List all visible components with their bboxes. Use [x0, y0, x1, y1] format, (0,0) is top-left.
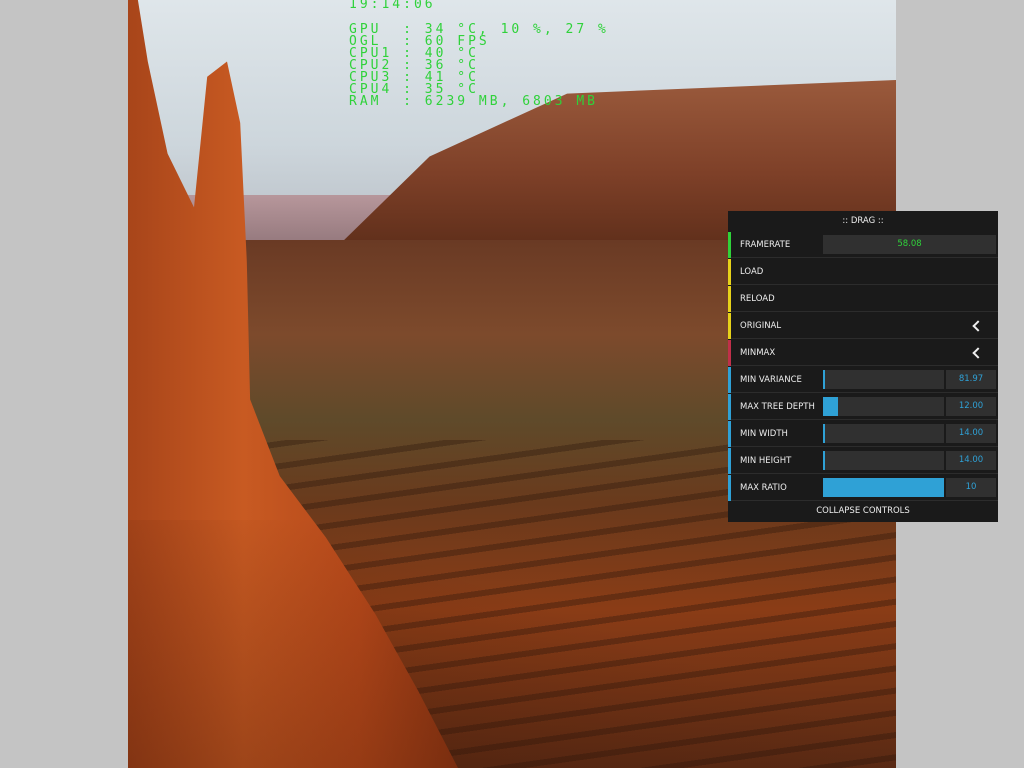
- load-accent: [728, 259, 731, 285]
- original-folder[interactable]: ORIGINAL: [728, 313, 998, 339]
- min-width-row: MIN WIDTH 14.00: [728, 421, 998, 447]
- min-width-input[interactable]: 14.00: [946, 424, 996, 443]
- max-tree-depth-row: MAX TREE DEPTH 12.00: [728, 394, 998, 420]
- max-tree-depth-label: MAX TREE DEPTH: [740, 402, 815, 412]
- max-tree-depth-slider[interactable]: [823, 397, 944, 416]
- minmax-folder[interactable]: MINMAX: [728, 340, 998, 366]
- framerate-label: FRAMERATE: [740, 240, 791, 250]
- load-button[interactable]: LOAD: [728, 259, 998, 285]
- min-variance-label: MIN VARIANCE: [740, 375, 802, 385]
- slider-accent: [728, 421, 731, 447]
- min-height-input[interactable]: 14.00: [946, 451, 996, 470]
- original-accent: [728, 313, 731, 339]
- slider-accent: [728, 448, 731, 474]
- slider-fill: [823, 478, 944, 497]
- min-width-slider[interactable]: [823, 424, 944, 443]
- framerate-row: FRAMERATE 58.08: [728, 232, 998, 258]
- min-height-row: MIN HEIGHT 14.00: [728, 448, 998, 474]
- framerate-accent: [728, 232, 731, 258]
- hud-ram: RAM : 6239 MB, 6803 MB: [349, 94, 599, 109]
- original-label: ORIGINAL: [740, 321, 782, 331]
- framerate-value: 58.08: [823, 235, 996, 254]
- slider-accent: [728, 367, 731, 393]
- foreground-shade: [128, 520, 896, 768]
- min-width-label: MIN WIDTH: [740, 429, 788, 439]
- chevron-left-icon[interactable]: [972, 320, 984, 332]
- min-height-label: MIN HEIGHT: [740, 456, 792, 466]
- slider-accent: [728, 475, 731, 501]
- load-label: LOAD: [740, 267, 764, 277]
- min-variance-input[interactable]: 81.97: [946, 370, 996, 389]
- collapse-controls-button[interactable]: COLLAPSE CONTROLS: [728, 501, 998, 522]
- reload-button[interactable]: RELOAD: [728, 286, 998, 312]
- reload-label: RELOAD: [740, 294, 775, 304]
- slider-fill: [823, 397, 838, 416]
- slider-accent: [728, 394, 731, 420]
- reload-accent: [728, 286, 731, 312]
- max-ratio-row: MAX RATIO 10: [728, 475, 998, 501]
- drag-handle[interactable]: :: DRAG ::: [728, 211, 998, 231]
- max-ratio-label: MAX RATIO: [740, 483, 787, 493]
- slider-fill: [823, 370, 825, 389]
- slider-fill: [823, 424, 825, 443]
- max-ratio-slider[interactable]: [823, 478, 944, 497]
- slider-fill: [823, 451, 825, 470]
- min-height-slider[interactable]: [823, 451, 944, 470]
- min-variance-slider[interactable]: [823, 370, 944, 389]
- control-panel: :: DRAG :: FRAMERATE 58.08 LOAD RELOAD O…: [728, 211, 998, 522]
- chevron-left-icon[interactable]: [972, 347, 984, 359]
- minmax-accent: [728, 340, 731, 366]
- hud-clock: 19:14:06: [349, 0, 436, 12]
- min-variance-row: MIN VARIANCE 81.97: [728, 367, 998, 393]
- minmax-label: MINMAX: [740, 348, 776, 358]
- max-tree-depth-input[interactable]: 12.00: [946, 397, 996, 416]
- max-ratio-input[interactable]: 10: [946, 478, 996, 497]
